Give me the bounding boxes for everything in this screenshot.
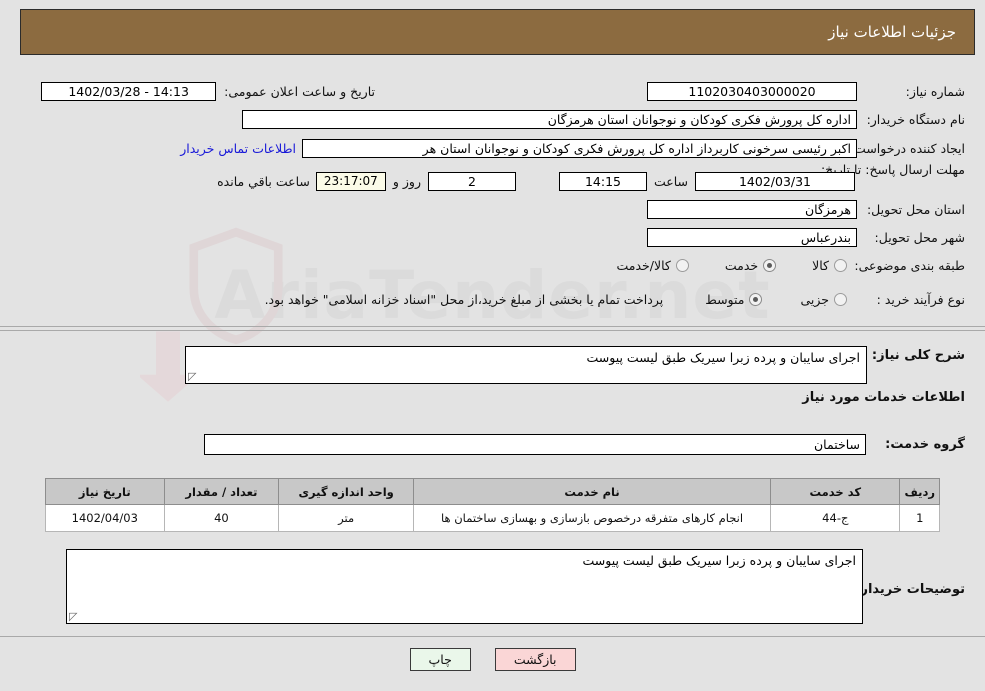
cell-need-date: 1402/04/03 — [45, 504, 165, 532]
province-label: استان محل تحویل: — [866, 202, 965, 217]
radio-icon[interactable] — [675, 259, 689, 272]
divider-summary — [0, 326, 985, 327]
need-number-label: شماره نیاز: — [905, 84, 965, 99]
service-items-table: ردیف کد خدمت نام خدمت واحد اندازه گیری ت… — [45, 478, 940, 532]
city-value: بندرعباس — [647, 228, 857, 247]
category-option-kala-khedmat[interactable]: کالا/خدمت — [616, 258, 689, 273]
deadline-label: مهلت ارسال پاسخ: تا تاریخ: — [820, 162, 965, 177]
row-deadline-label: مهلت ارسال پاسخ: تا تاریخ: — [820, 162, 965, 177]
category-option-khedmat[interactable]: خدمت — [724, 258, 777, 273]
row-process: نوع فرآیند خرید : جزیی متوسط پرداخت تمام… — [265, 292, 965, 307]
payment-note: پرداخت تمام یا بخشی از مبلغ خرید،از محل … — [264, 292, 664, 307]
column-header-need-date: تاریخ نیاز — [45, 478, 165, 505]
general-need-label: شرح کلی نیاز: — [871, 348, 965, 363]
cell-index: 1 — [899, 504, 940, 532]
category-option-label: کالا/خدمت — [616, 258, 671, 273]
row-province: استان محل تحویل: هرمزگان — [647, 200, 965, 219]
radio-icon[interactable] — [834, 293, 847, 306]
process-option-label: جزیی — [800, 292, 829, 307]
requester-value: اکبر رئیسی سرخونی کاربرداز اداره کل پرور… — [302, 139, 857, 158]
cell-code: ج-44 — [770, 504, 901, 532]
cell-unit: متر — [278, 504, 414, 532]
service-group-label: گروه خدمت: — [885, 437, 965, 452]
category-option-kala[interactable]: کالا — [812, 258, 847, 273]
table-header-row: ردیف کد خدمت نام خدمت واحد اندازه گیری ت… — [45, 478, 940, 505]
page-header: جزئیات اطلاعات نیاز — [20, 9, 975, 55]
buyer-org-value: اداره کل پرورش فکری کودکان و نوجوانان اس… — [242, 110, 857, 129]
remaining-days-value: 2 — [427, 172, 516, 191]
row-category: طبقه بندی موضوعی: کالا خدمت کالا/خدمت — [616, 258, 965, 273]
general-need-textarea[interactable]: اجرای سایبان و پرده زبرا سیریک طبق لیست … — [185, 346, 867, 384]
column-header-quantity: تعداد / مقدار — [163, 478, 280, 505]
service-section-title-row: اطلاعات خدمات مورد نیاز — [802, 390, 965, 405]
column-header-index: ردیف — [899, 478, 940, 505]
buyer-contact-link[interactable]: اطلاعات تماس خریدار — [180, 141, 296, 156]
row-buyer-notes: توضیحات خریدار: — [855, 582, 965, 597]
divider-bottom — [0, 636, 985, 637]
city-label: شهر محل تحویل: — [874, 230, 965, 245]
page-title: جزئیات اطلاعات نیاز — [828, 23, 956, 41]
process-label: نوع فرآیند خرید : — [876, 292, 965, 307]
table-row: 1 ج-44 انجام کارهای متفرقه درخصوص بازساز… — [45, 504, 940, 532]
buyer-notes-textarea[interactable]: اجرای سایبان و پرده زبرا سیریک طبق لیست … — [66, 549, 863, 624]
cell-quantity: 40 — [163, 504, 280, 532]
deadline-hour-value: 14:15 — [558, 172, 647, 191]
service-section-title: اطلاعات خدمات مورد نیاز — [802, 390, 965, 405]
row-need-number: شماره نیاز: 1102030403000020 — [647, 82, 965, 101]
back-button[interactable]: بازگشت — [494, 648, 576, 671]
radio-icon[interactable] — [834, 259, 847, 272]
requester-label: ایجاد کننده درخواست: — [849, 141, 965, 156]
cell-name: انجام کارهای متفرقه درخصوص بازسازی و بهس… — [412, 504, 772, 532]
row-service-group: گروه خدمت: ساختمان — [204, 434, 965, 455]
resize-grip-icon[interactable]: ◹ — [188, 370, 198, 383]
row-buyer-org: نام دستگاه خریدار: اداره کل پرورش فکری ک… — [242, 110, 965, 129]
general-need-value: اجرای سایبان و پرده زبرا سیریک طبق لیست … — [586, 350, 861, 365]
announce-datetime-value: 14:13 - 1402/03/28 — [41, 82, 217, 101]
remaining-days-label: روز و — [392, 174, 421, 189]
deadline-hour-label: ساعت — [653, 174, 688, 189]
resize-grip-icon[interactable]: ◹ — [69, 610, 79, 623]
remaining-time-label: ساعت باقي مانده — [217, 174, 310, 189]
service-group-value: ساختمان — [204, 434, 866, 455]
category-option-label: خدمت — [724, 258, 759, 273]
print-button[interactable]: چاپ — [409, 648, 471, 671]
row-deadline-fields: 1402/03/31 ساعت 14:15 2 روز و 23:17:07 س… — [217, 172, 855, 191]
process-option-motevasset[interactable]: متوسط — [705, 292, 763, 307]
radio-icon[interactable] — [763, 259, 777, 272]
province-value: هرمزگان — [647, 200, 857, 219]
deadline-date-value: 1402/03/31 — [695, 172, 855, 191]
column-header-code: کد خدمت — [770, 478, 901, 505]
announce-datetime-label: تاریخ و ساعت اعلان عمومی: — [224, 84, 375, 99]
row-city: شهر محل تحویل: بندرعباس — [647, 228, 965, 247]
process-option-jozei[interactable]: جزیی — [800, 292, 847, 307]
buyer-notes-label: توضیحات خریدار: — [855, 582, 965, 597]
divider-summary-2 — [0, 330, 985, 331]
row-general-need: شرح کلی نیاز: — [870, 348, 965, 363]
row-requester: ایجاد کننده درخواست: اکبر رئیسی سرخونی ک… — [180, 139, 965, 158]
process-option-label: متوسط — [705, 292, 745, 307]
action-buttons: بازگشت چاپ — [0, 648, 985, 671]
buyer-notes-value: اجرای سایبان و پرده زبرا سیریک طبق لیست … — [582, 553, 857, 568]
column-header-unit: واحد اندازه گیری — [278, 478, 414, 505]
buyer-org-label: نام دستگاه خریدار: — [866, 112, 965, 127]
need-number-value: 1102030403000020 — [647, 82, 857, 101]
category-option-label: کالا — [812, 258, 829, 273]
radio-icon[interactable] — [749, 293, 763, 306]
column-header-name: نام خدمت — [412, 478, 772, 505]
remaining-time-value: 23:17:07 — [315, 172, 386, 191]
category-label: طبقه بندی موضوعی: — [854, 258, 965, 273]
row-announce-datetime: تاریخ و ساعت اعلان عمومی: 14:13 - 1402/0… — [41, 82, 375, 101]
summary-panel — [20, 63, 975, 327]
